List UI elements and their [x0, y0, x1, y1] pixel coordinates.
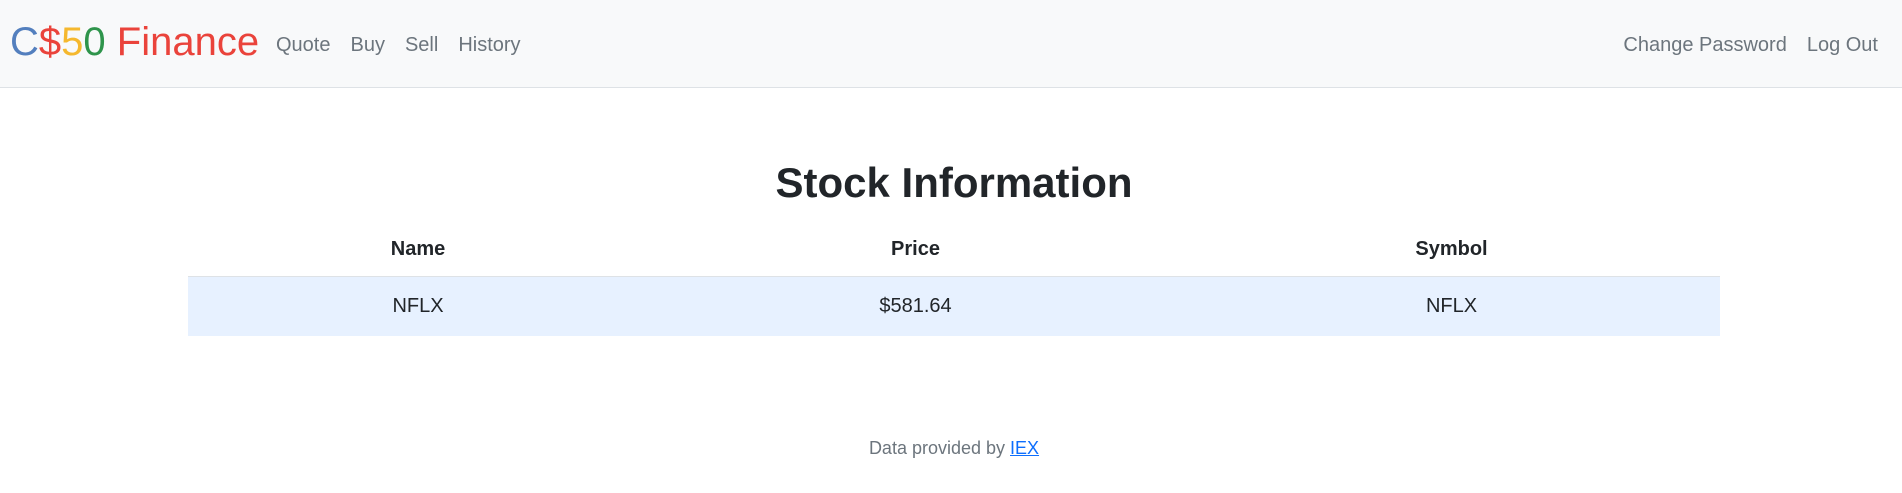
page-title: Stock Information: [775, 159, 1133, 206]
cell-name: NFLX: [188, 275, 648, 336]
header-symbol: Symbol: [1415, 238, 1488, 261]
cell-symbol: NFLX: [1183, 275, 1720, 336]
nav-quote[interactable]: Quote: [266, 33, 340, 57]
nav-buy[interactable]: Buy: [340, 33, 394, 57]
table-header-row: Name Price Symbol: [188, 224, 1720, 276]
nav-change-password[interactable]: Change Password: [1613, 33, 1796, 57]
table-row: NFLX $581.64 NFLX: [188, 275, 1720, 336]
nav-right: Change Password Log Out: [1613, 33, 1888, 57]
cell-price: $581.64: [648, 275, 1183, 336]
footer-iex-link[interactable]: IEX: [1010, 438, 1039, 458]
brand-letter-c: C: [10, 20, 39, 64]
navbar: C$50 Finance Quote Buy Sell History Chan…: [0, 0, 1902, 88]
brand-dollar: $: [38, 20, 62, 64]
nav-left: Quote Buy Sell History: [266, 33, 531, 57]
stock-table: Name Price Symbol NFLX $581.64 NFLX: [188, 224, 1720, 336]
footer-text: Data provided by: [868, 438, 1011, 458]
nav-sell[interactable]: Sell: [395, 33, 448, 57]
nav-log-out[interactable]: Log Out: [1797, 33, 1888, 57]
brand-finance: Finance: [105, 20, 260, 64]
brand-five: 5: [61, 20, 84, 64]
brand-logo[interactable]: C$50 Finance: [10, 18, 259, 66]
nav-history[interactable]: History: [448, 33, 530, 57]
header-price: Price: [891, 238, 940, 261]
header-name: Name: [390, 238, 446, 261]
brand-zero: 0: [83, 20, 106, 64]
footer: Data provided by IEX: [0, 437, 1902, 459]
